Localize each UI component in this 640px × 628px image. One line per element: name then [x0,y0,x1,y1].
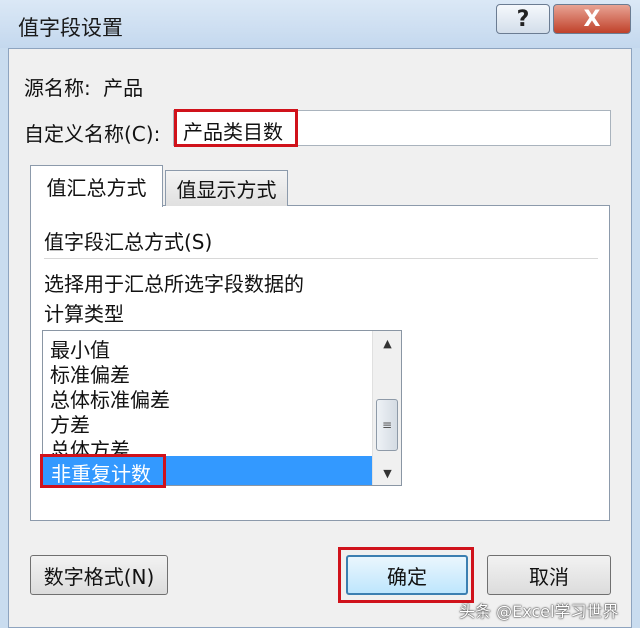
value-field-settings-dialog: 值字段设置 ? X 源名称: 产品 自定义名称(C): 产品类目数 值汇总方式 … [0,0,640,628]
tab-show-values-as[interactable]: 值显示方式 [165,170,288,206]
custom-name-label: 自定义名称(C): [24,122,161,146]
cancel-label: 取消 [529,564,569,589]
help-button[interactable]: ? [496,4,550,34]
summarize-description-line1: 选择用于汇总所选字段数据的 [44,272,304,296]
watermark: 头条 @Excel学习世界 [459,602,619,621]
source-name-value: 产品 [103,76,144,100]
help-icon: ? [516,6,530,32]
tab-show-values-as-label: 值显示方式 [176,178,277,202]
summarize-group-label: 值字段汇总方式(S) [44,230,213,254]
tab-summarize-by[interactable]: 值汇总方式 [30,165,163,207]
close-icon: X [583,6,601,32]
close-button[interactable]: X [553,4,631,34]
dialog-title: 值字段设置 [18,16,123,40]
custom-name-highlight [174,109,298,147]
scroll-up-arrow-icon[interactable]: ▲ [373,331,401,355]
ok-button-highlight [338,547,474,603]
group-divider [44,258,598,259]
title-bar: 值字段设置 ? X [0,0,640,48]
number-format-label: 数字格式(N) [43,564,155,589]
cancel-button[interactable]: 取消 [487,555,611,595]
tab-summarize-by-label: 值汇总方式 [46,176,147,200]
summarize-description-line2: 计算类型 [44,302,124,326]
scroll-thumb[interactable]: ≡ [376,399,398,451]
scroll-down-arrow-icon[interactable]: ▼ [373,461,401,485]
source-name-row: 源名称: 产品 [24,72,143,101]
number-format-button[interactable]: 数字格式(N) [30,555,168,595]
source-name-label: 源名称: [24,76,91,100]
selected-item-highlight [40,454,166,488]
list-scrollbar[interactable]: ▲ ≡ ▼ [372,331,401,485]
